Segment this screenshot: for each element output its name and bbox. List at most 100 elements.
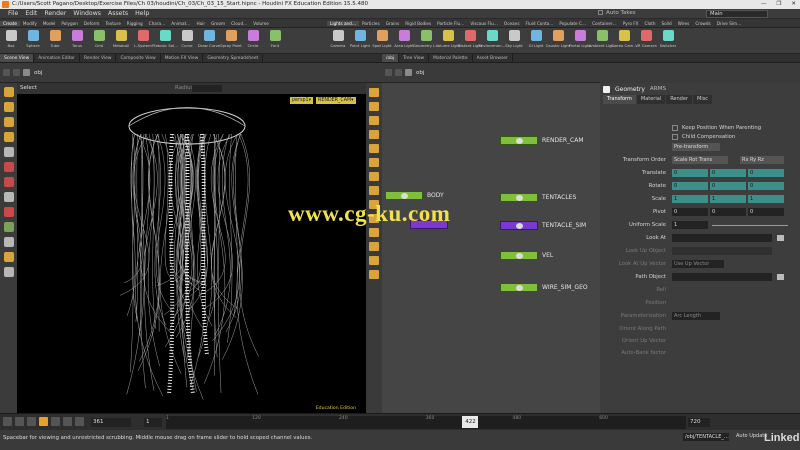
light-tool-icon[interactable] bbox=[3, 267, 14, 277]
play-reverse-icon[interactable] bbox=[27, 417, 36, 426]
tab-transform[interactable]: Transform bbox=[603, 95, 636, 104]
menu-help[interactable]: Help bbox=[135, 10, 149, 17]
shelf-tool-button[interactable]: Environmen… bbox=[479, 28, 505, 53]
shelf-tab[interactable]: Rigging bbox=[124, 21, 146, 26]
shelf-tab[interactable]: Grains bbox=[383, 21, 403, 26]
close-button[interactable]: ✕ bbox=[791, 0, 796, 9]
play-forward-icon[interactable] bbox=[51, 417, 60, 426]
shelf-tool-button[interactable]: Metaball bbox=[110, 28, 132, 53]
shelf-tab[interactable]: Polygon bbox=[58, 21, 80, 26]
network-path-label[interactable]: obj bbox=[416, 70, 424, 76]
shelf-tool-button[interactable]: Spot Light bbox=[371, 28, 393, 53]
shelf-tab[interactable]: Model bbox=[40, 21, 59, 26]
transform-order-menu[interactable]: Scale Rot Trans bbox=[672, 156, 728, 164]
pivot-tool-icon[interactable] bbox=[3, 237, 14, 247]
camera-tool-icon[interactable] bbox=[3, 252, 14, 262]
pane-tab[interactable]: Animation Editor bbox=[34, 54, 80, 62]
handle-tool-icon[interactable] bbox=[3, 147, 14, 157]
ghost-icon[interactable] bbox=[369, 130, 379, 139]
node-chooser-icon[interactable] bbox=[777, 235, 784, 241]
shelf-tool-button[interactable]: Sky Light bbox=[503, 28, 525, 53]
menu-windows[interactable]: Windows bbox=[73, 10, 101, 17]
pivot-y-field[interactable]: 0 bbox=[710, 208, 746, 216]
shelf-tool-button[interactable]: Volume Light bbox=[436, 28, 460, 53]
step-forward-icon[interactable] bbox=[63, 417, 72, 426]
start-frame-field[interactable]: 1 bbox=[144, 418, 162, 427]
normals-icon[interactable] bbox=[369, 228, 379, 237]
pane-tab[interactable]: Motion FX View bbox=[161, 54, 204, 62]
step-back-icon[interactable] bbox=[15, 417, 24, 426]
shelf-tab[interactable]: Fluid Conta… bbox=[523, 21, 557, 26]
wireframe-icon[interactable] bbox=[369, 102, 379, 111]
shelf-tool-button[interactable]: Curve bbox=[176, 28, 198, 53]
move-tool-icon[interactable] bbox=[3, 102, 14, 112]
grid-icon[interactable] bbox=[369, 172, 379, 181]
pane-tab[interactable]: Scene View bbox=[0, 54, 35, 62]
pane-tab[interactable]: Geometry Spreadsheet bbox=[203, 54, 264, 62]
node-name-label[interactable]: ARMS bbox=[650, 86, 666, 92]
camera-menu[interactable]: RENDER_CAM▾ bbox=[316, 97, 356, 104]
select-tool-icon[interactable] bbox=[3, 87, 14, 97]
hull-icon[interactable] bbox=[369, 242, 379, 251]
scene-viewport[interactable]: Select Radius persp1▾ RENDER_CAM▾ Educat… bbox=[17, 83, 366, 413]
pane-tab[interactable]: Tree View bbox=[399, 54, 430, 62]
shelf-tool-button[interactable]: Font bbox=[264, 28, 286, 53]
node-chooser-icon[interactable] bbox=[777, 274, 784, 280]
shelf-tool-button[interactable]: Tube bbox=[44, 28, 66, 53]
shelf-tool-button[interactable]: Draw Curve bbox=[198, 28, 220, 53]
shelf-tool-button[interactable]: Area Light bbox=[393, 28, 415, 53]
parameterization-menu[interactable]: Arc Length bbox=[672, 312, 720, 320]
uniform-scale-slider[interactable] bbox=[712, 225, 788, 226]
path-object-field[interactable] bbox=[672, 273, 772, 281]
shelf-tool-button[interactable]: Switcher bbox=[657, 28, 679, 53]
perspective-menu[interactable]: persp1▾ bbox=[290, 97, 313, 104]
desktop-selector[interactable]: Main bbox=[706, 10, 768, 18]
look-up-object-field[interactable] bbox=[672, 247, 772, 255]
shelf-tab[interactable]: Wires bbox=[675, 21, 693, 26]
shelf-tool-button[interactable]: VR Camera bbox=[635, 28, 657, 53]
translate-z-field[interactable]: 0 bbox=[748, 169, 784, 177]
shelf-tool-button[interactable]: Platonic Sol… bbox=[152, 28, 178, 53]
shelf-tool-button[interactable]: GI Light bbox=[525, 28, 547, 53]
shelf-tool-button[interactable]: Spray Paint bbox=[220, 28, 242, 53]
shelf-tab[interactable]: Oceans bbox=[501, 21, 523, 26]
camera-icon[interactable] bbox=[369, 186, 379, 195]
scale-x-field[interactable]: 1 bbox=[672, 195, 708, 203]
render-region-icon[interactable] bbox=[3, 207, 14, 217]
shelf-tool-button[interactable]: Distant Light bbox=[458, 28, 482, 53]
shelf-tab[interactable]: Cloth bbox=[642, 21, 659, 26]
shelf-tab[interactable]: Populate C… bbox=[556, 21, 589, 26]
node-vel[interactable]: VEL bbox=[500, 250, 553, 260]
maximize-button[interactable]: ❐ bbox=[776, 0, 781, 9]
shelf-tool-button[interactable]: L-System bbox=[132, 28, 154, 53]
shelf-tool-button[interactable]: Camera bbox=[327, 28, 349, 53]
frame-icon[interactable] bbox=[369, 270, 379, 279]
look-at-field[interactable] bbox=[672, 234, 772, 242]
stop-icon[interactable] bbox=[39, 417, 48, 426]
shelf-tool-button[interactable]: Caustic Light bbox=[546, 28, 570, 53]
look-at-up-vector-menu[interactable]: Use Up Vector bbox=[672, 260, 724, 268]
shelf-tab[interactable]: Solid bbox=[658, 21, 674, 26]
tab-material[interactable]: Material bbox=[636, 95, 666, 104]
shelf-tool-button[interactable]: Sphere bbox=[22, 28, 44, 53]
shelf-tool-button[interactable]: Torus bbox=[66, 28, 88, 53]
shadow-icon[interactable] bbox=[369, 158, 379, 167]
node-render-cam[interactable]: RENDER_CAM bbox=[500, 135, 584, 145]
shelf-tab[interactable]: Volume bbox=[250, 21, 272, 26]
scope-path-field[interactable]: /obj/TENTACLE_… bbox=[683, 433, 729, 441]
rotate-tool-icon[interactable] bbox=[3, 117, 14, 127]
shelf-tool-button[interactable]: Box bbox=[0, 28, 22, 53]
snap-tool-icon[interactable] bbox=[3, 222, 14, 232]
node-tentacles[interactable]: TENTACLES bbox=[500, 192, 576, 202]
shelf-tool-button[interactable]: Ambient Lig… bbox=[589, 28, 615, 53]
playhead-frame[interactable]: 422 bbox=[462, 416, 479, 428]
shelf-tab[interactable]: Particles bbox=[359, 21, 383, 26]
view-tool-icon[interactable] bbox=[3, 192, 14, 202]
back-arrow-icon[interactable] bbox=[3, 69, 10, 76]
shelf-tab[interactable]: Groom bbox=[208, 21, 228, 26]
shelf-tab[interactable]: Deform bbox=[81, 21, 103, 26]
display-options-icon[interactable] bbox=[369, 88, 379, 97]
shelf-tab[interactable]: Rigid Bodies bbox=[402, 21, 434, 26]
shelf-tab[interactable]: Particle Flu… bbox=[434, 21, 467, 26]
node-wire-sim-geo[interactable]: WIRE_SIM_GEO bbox=[500, 282, 588, 292]
